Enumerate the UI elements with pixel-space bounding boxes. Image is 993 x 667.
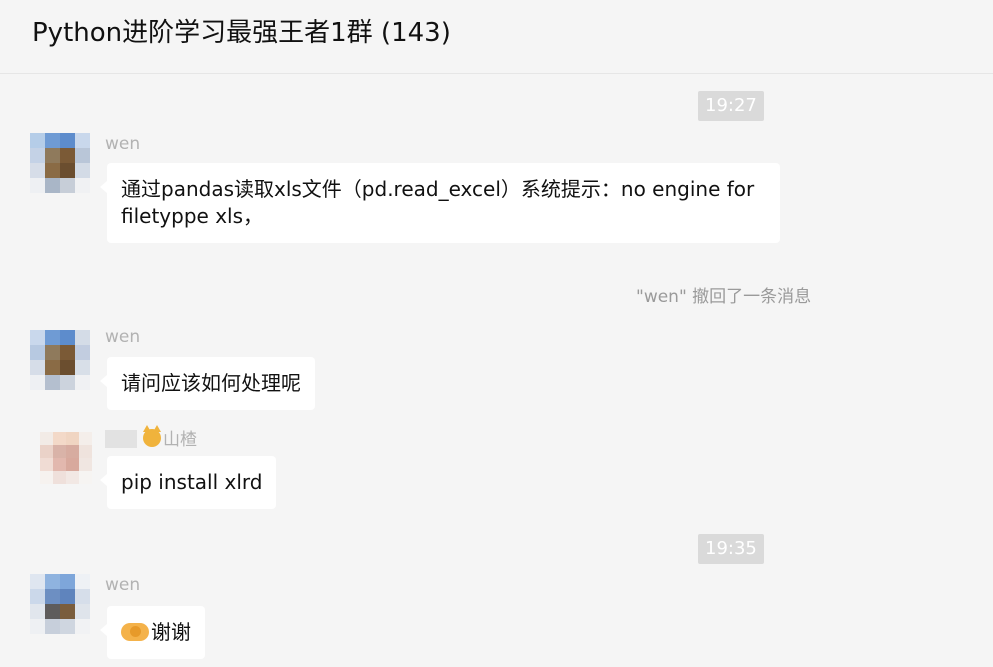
chat-header: Python进阶学习最强王者1群 (143) xyxy=(0,0,993,74)
message-bubble[interactable]: 谢谢 xyxy=(100,606,205,659)
sender-name: 山楂 xyxy=(105,425,197,450)
sender-name: wen xyxy=(105,575,141,595)
cat-emoji-icon xyxy=(143,425,161,447)
recall-notice: "wen" 撤回了一条消息 xyxy=(636,287,812,307)
sender-name: wen xyxy=(105,327,141,347)
message-bubble[interactable]: pip install xlrd xyxy=(99,456,277,509)
sender-name: wen xyxy=(105,134,141,154)
message-text: 谢谢 xyxy=(151,620,191,644)
avatar[interactable] xyxy=(30,574,90,634)
blurred-name xyxy=(105,430,137,448)
sender-name-suffix: 山楂 xyxy=(163,430,197,450)
avatar[interactable] xyxy=(40,432,92,484)
message-bubble[interactable]: 通过pandas读取xls文件（pd.read_excel）系统提示：no en… xyxy=(100,163,780,243)
avatar[interactable] xyxy=(30,330,90,390)
timestamp: 19:27 xyxy=(698,91,764,121)
avatar[interactable] xyxy=(30,133,90,193)
message-bubble[interactable]: 请问应该如何处理呢 xyxy=(100,357,315,410)
handshake-emoji-icon xyxy=(121,623,149,641)
chat-title: Python进阶学习最强王者1群 (143) xyxy=(32,18,451,48)
timestamp: 19:35 xyxy=(698,534,764,564)
